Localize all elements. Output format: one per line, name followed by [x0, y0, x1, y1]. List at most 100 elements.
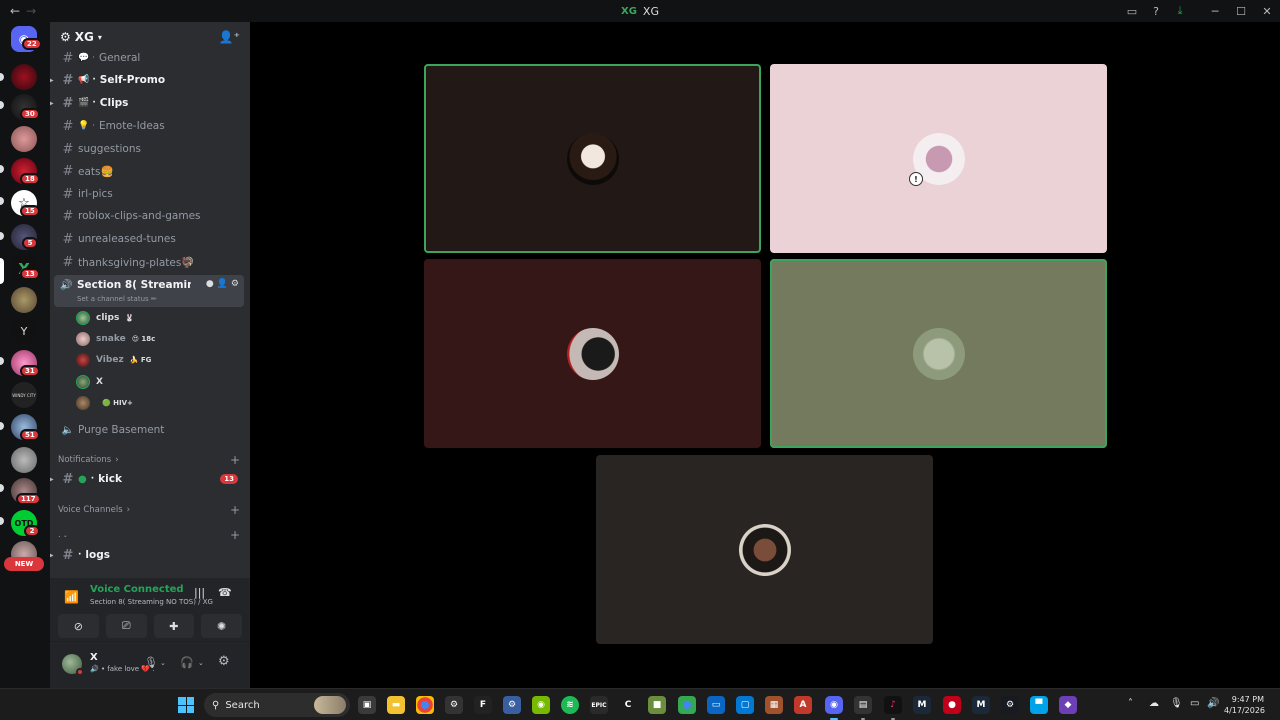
maximize-button[interactable]: ☐ — [1228, 0, 1254, 22]
app-icon[interactable]: ● — [943, 696, 961, 714]
headphones-icon[interactable]: 🎧 — [180, 656, 194, 669]
channel-logs[interactable]: ▶ # · logs — [50, 544, 244, 566]
windows-start-icon[interactable] — [178, 697, 194, 713]
category-blank[interactable]: . ⌄ + — [58, 528, 242, 542]
server-icon[interactable] — [11, 287, 37, 313]
voice-connected-label[interactable]: Voice Connected — [90, 584, 184, 595]
user-settings-gear-icon[interactable]: ⚙ — [218, 654, 230, 669]
invite-people-icon[interactable]: 👤⁺ — [219, 30, 240, 44]
channel-suggestions[interactable]: # suggestions — [56, 138, 244, 160]
voice-member[interactable]: clips 🐰 — [76, 308, 134, 328]
voice-channel-purge-basement[interactable]: 🔈 Purge Basement — [56, 419, 244, 441]
chevron-up-icon[interactable]: ˄ — [1128, 698, 1133, 709]
channel-status[interactable]: Set a channel status ✏ — [77, 295, 157, 303]
app-icon[interactable]: M — [913, 696, 931, 714]
server-icon[interactable] — [11, 447, 37, 473]
help-icon[interactable]: ? — [1144, 0, 1168, 22]
spotify-icon[interactable]: ≋ — [561, 696, 579, 714]
onedrive-icon[interactable]: ☁ — [1149, 698, 1159, 709]
noise-suppression-icon[interactable]: ||| — [194, 586, 205, 599]
minimize-button[interactable]: ─ — [1202, 0, 1228, 22]
invite-icon[interactable]: 👤 — [217, 279, 228, 289]
app-icon[interactable]: ▀ — [1030, 696, 1048, 714]
signal-icon[interactable]: 📶 — [64, 590, 79, 604]
app-icon[interactable]: ▢ — [736, 696, 754, 714]
disconnect-icon[interactable]: ☎ — [218, 586, 232, 599]
username[interactable]: X — [90, 652, 98, 663]
app-icon[interactable]: ◆ — [1059, 696, 1077, 714]
inbox-icon[interactable]: ▭ — [1120, 0, 1144, 22]
participant-tile[interactable]: ! — [770, 64, 1107, 253]
add-channel-icon[interactable]: + — [230, 453, 240, 467]
share-screen-button[interactable]: ⎚ — [105, 614, 147, 638]
participant-tile[interactable] — [770, 259, 1107, 448]
capcut-icon[interactable]: C — [619, 696, 637, 714]
chrome-icon[interactable] — [416, 696, 434, 714]
member-name: clips — [96, 313, 120, 323]
channel-self-promo[interactable]: ▶ # 📢 · Self-Promo — [50, 69, 244, 91]
windy-city-server-icon[interactable]: WINDY CITY — [11, 382, 37, 408]
task-view-icon[interactable]: ▣ — [358, 696, 376, 714]
microphone-icon[interactable]: 🎙 — [144, 656, 158, 669]
app-icon[interactable]: ▭ — [707, 696, 725, 714]
channel-emote-ideas[interactable]: # 💡 · Emote-Ideas — [56, 115, 244, 137]
app-icon[interactable]: F — [474, 696, 492, 714]
taskbar-search[interactable]: ⚲ Search — [204, 693, 350, 717]
hash-icon: # — [62, 163, 74, 179]
unread-indicator — [0, 422, 4, 430]
chat-icon[interactable]: ● — [206, 279, 214, 289]
server-icon[interactable] — [11, 64, 37, 90]
voice-channel-path[interactable]: Section 8( Streaming NO TOS) / XG — [90, 598, 213, 606]
chrome-profile-icon[interactable] — [678, 696, 696, 714]
back-arrow-icon[interactable]: ← — [10, 4, 20, 18]
activities-button[interactable]: ✚ — [153, 614, 195, 638]
system-clock[interactable]: 9:47 PM 4/17/2026 — [1224, 694, 1265, 716]
soundboard-button[interactable]: ✺ — [201, 614, 242, 638]
chevron-down-icon[interactable]: ⌄ — [160, 659, 166, 667]
participant-tile[interactable] — [424, 64, 761, 253]
add-channel-icon[interactable]: + — [230, 528, 240, 542]
participant-tile[interactable] — [424, 259, 761, 448]
app-icon[interactable]: ⚙ — [445, 696, 463, 714]
voice-channel-active[interactable]: 🔊 Section 8( Streaming N... Set a channe… — [54, 275, 244, 307]
participant-tile[interactable] — [596, 455, 933, 644]
display-icon[interactable]: ▭ — [1190, 698, 1199, 709]
category-voice-channels[interactable]: Voice Channels › + — [58, 503, 242, 517]
channel-thanksgiving-plates[interactable]: # thanksgiving-plates🦃 — [56, 251, 244, 273]
volume-icon[interactable]: 🔊 — [1207, 698, 1219, 709]
tiktok-icon[interactable]: ♪ — [884, 696, 902, 720]
microphone-tray-icon[interactable]: 🎙 — [1170, 698, 1183, 709]
app-icon[interactable]: A — [794, 696, 812, 714]
download-icon[interactable]: ⤓ — [1168, 0, 1192, 22]
voice-member[interactable]: snake 😍 18c — [76, 329, 155, 349]
app-icon[interactable]: M — [972, 696, 990, 714]
channel-eats[interactable]: # eats🍔 — [56, 160, 244, 182]
chevron-down-icon[interactable]: ⌄ — [198, 659, 204, 667]
voice-member[interactable]: 🟢 HIV+ — [76, 393, 133, 413]
voice-member[interactable]: Vibez 🍌 FG — [76, 350, 151, 370]
file-explorer-icon[interactable]: ▬ — [387, 696, 405, 714]
minecraft-icon[interactable]: ■ — [648, 696, 666, 714]
channel-roblox-clips[interactable]: # roblox-clips-and-games — [56, 205, 244, 227]
channel-kick[interactable]: ▶ # ● · kick 13 — [50, 468, 244, 490]
camera-off-button[interactable]: ⊘ — [58, 614, 99, 638]
category-notifications[interactable]: Notifications › + — [58, 453, 242, 467]
y-server-icon[interactable]: Y — [11, 318, 37, 344]
app-icon[interactable]: ▦ — [765, 696, 783, 714]
epic-games-icon[interactable]: EPIC — [590, 696, 608, 714]
steam-icon[interactable]: ⚙ — [1001, 696, 1019, 714]
forward-arrow-icon[interactable]: → — [26, 4, 36, 18]
discord-icon[interactable]: ◉ — [825, 696, 843, 720]
settings-gear-icon[interactable]: ⚙ — [231, 279, 239, 289]
server-icon[interactable] — [11, 126, 37, 152]
channel-general[interactable]: # 💬 · General — [56, 47, 244, 69]
channel-irl-pics[interactable]: # irl-pics — [56, 183, 244, 205]
app-icon[interactable]: ▤ — [854, 696, 872, 720]
channel-unrealeased-tunes[interactable]: # unrealeased-tunes — [56, 228, 244, 250]
add-channel-icon[interactable]: + — [230, 503, 240, 517]
settings-icon[interactable]: ⚙ — [503, 696, 521, 714]
nvidia-icon[interactable]: ◉ — [532, 696, 550, 714]
voice-member[interactable]: X — [76, 372, 109, 392]
close-button[interactable]: ✕ — [1254, 0, 1280, 22]
channel-clips[interactable]: ▶ # 🎬 · Clips — [50, 92, 244, 114]
